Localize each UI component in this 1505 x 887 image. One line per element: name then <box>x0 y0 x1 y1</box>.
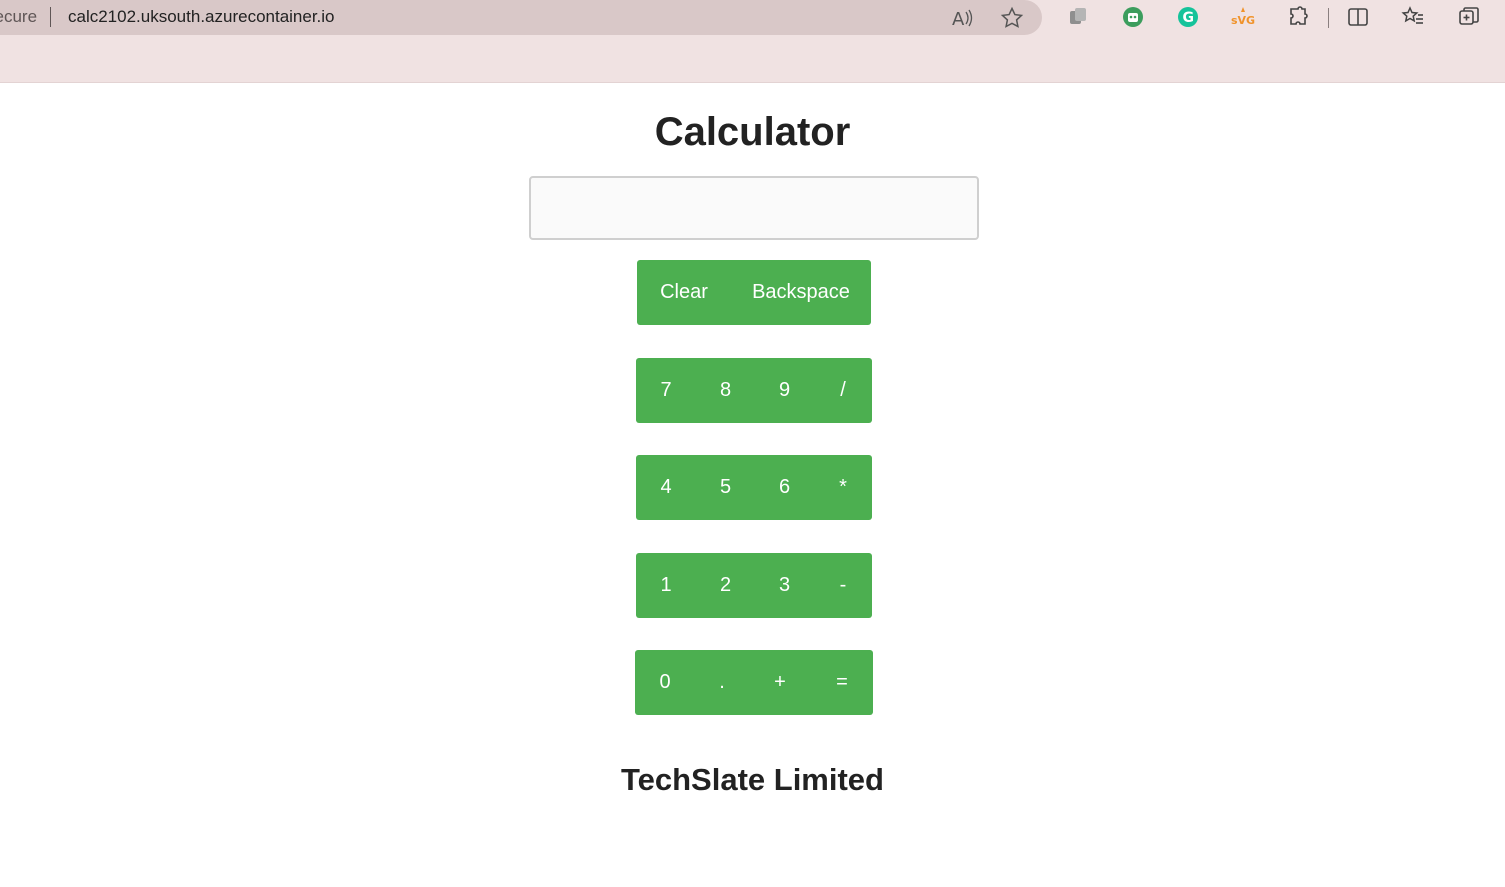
keypad-row-1: 7 8 9 / <box>636 358 872 423</box>
svg-text:sVG: sVG <box>1231 14 1255 27</box>
url-text[interactable]: calc2102.uksouth.azurecontainer.io <box>68 7 335 27</box>
key-9-button[interactable]: 9 <box>755 358 814 423</box>
key-1-button[interactable]: 1 <box>636 553 696 618</box>
favorites-list-icon[interactable] <box>1401 5 1425 29</box>
key-divide-button[interactable]: / <box>814 358 872 423</box>
security-indicator[interactable]: secure <box>0 7 37 27</box>
key-7-button[interactable]: 7 <box>636 358 696 423</box>
key-multiply-button[interactable]: * <box>814 455 872 520</box>
robot-extension-icon[interactable] <box>1121 5 1145 29</box>
backspace-button[interactable]: Backspace <box>731 260 871 325</box>
svg-extension-icon[interactable]: sVG <box>1231 5 1255 29</box>
control-row: Clear Backspace <box>637 260 871 325</box>
key-3-button[interactable]: 3 <box>755 553 814 618</box>
key-subtract-button[interactable]: - <box>814 553 872 618</box>
clear-button[interactable]: Clear <box>637 260 731 325</box>
key-0-button[interactable]: 0 <box>635 650 695 715</box>
key-add-button[interactable]: + <box>749 650 811 715</box>
address-bar[interactable]: secure calc2102.uksouth.azurecontainer.i… <box>0 0 1042 35</box>
calculator-display[interactable] <box>529 176 979 240</box>
key-8-button[interactable]: 8 <box>696 358 755 423</box>
collections-icon[interactable] <box>1457 5 1481 29</box>
page-title: Calculator <box>654 110 851 154</box>
key-4-button[interactable]: 4 <box>636 455 696 520</box>
copy-extension-icon[interactable] <box>1066 5 1090 29</box>
key-5-button[interactable]: 5 <box>696 455 755 520</box>
toolbar-separator <box>1328 8 1329 28</box>
favorite-star-icon[interactable] <box>1000 6 1024 30</box>
extensions-puzzle-icon[interactable] <box>1286 5 1310 29</box>
read-aloud-icon[interactable]: A <box>950 6 974 30</box>
svg-text:G: G <box>1183 10 1195 26</box>
keypad-row-4: 0 . + = <box>635 650 873 715</box>
keypad-row-2: 4 5 6 * <box>636 455 872 520</box>
keypad-row-3: 1 2 3 - <box>636 553 872 618</box>
footer-company-name: TechSlate Limited <box>621 762 884 797</box>
browser-toolbar: secure calc2102.uksouth.azurecontainer.i… <box>0 0 1505 83</box>
grammarly-icon[interactable]: G <box>1176 5 1200 29</box>
key-decimal-button[interactable]: . <box>695 650 749 715</box>
key-equals-button[interactable]: = <box>811 650 873 715</box>
split-screen-icon[interactable] <box>1346 5 1370 29</box>
key-6-button[interactable]: 6 <box>755 455 814 520</box>
key-2-button[interactable]: 2 <box>696 553 755 618</box>
svg-text:A: A <box>952 9 965 30</box>
address-separator <box>50 7 51 27</box>
